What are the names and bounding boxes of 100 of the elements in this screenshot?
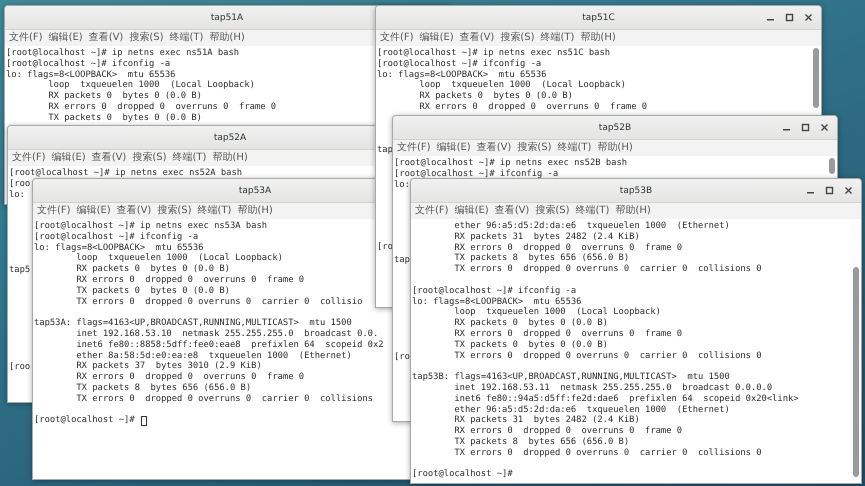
menu-item[interactable]: 帮助(H) [615,205,651,217]
menu-item[interactable]: 文件(F) [380,32,414,44]
maximize-icon[interactable] [801,123,810,132]
terminal-line: TX packets 0 bytes 0 (0.0 B) [75,286,230,297]
terminal-line: RX packets 0 bytes 0 (0.0 B) [75,264,230,275]
menu-item[interactable]: 搜索(S) [129,32,164,44]
terminal-line: [root@localhost ~]# [412,469,513,480]
menu-item[interactable]: 查看(V) [494,205,530,217]
menu-item[interactable]: 帮助(H) [209,32,245,44]
terminal-line: [roo [9,362,30,374]
terminal-line: loop txqueuelen 1000 (Local Loopback) [453,307,661,318]
window-title: tap52B [598,122,632,132]
terminal-line: inet 192.168.53.11 netmask 255.255.255.0 broadcast 0.0.0.0 [453,382,772,394]
terminal-line: [root@localhost ~]# ip netns exec ns53A bash [34,221,268,232]
terminal-line: lo: flags=8<LOOPBACK> mtu 65536 [34,242,204,253]
terminal-line: RX packets 31 bytes 2482 (2.4 KiB) [453,232,640,243]
terminal-line: loop txqueuelen 1000 (Local Loopback) [47,80,255,91]
terminal-line: loop txqueuelen 1000 (Local Loopback) [418,80,626,91]
menu-item[interactable]: 搜索(S) [535,205,570,217]
close-icon[interactable] [820,123,829,132]
terminal-line: RX packets 0 bytes 0 (0.0 B) [418,91,573,102]
menu-item[interactable]: 文件(F) [9,32,43,44]
terminal-line: RX errors 0 dropped 0 overruns 0 frame 0 [453,328,682,340]
menu-item[interactable]: 帮助(H) [597,142,633,154]
menu-item[interactable]: 搜索(S) [500,32,534,44]
menu-item[interactable]: 编辑(E) [76,205,111,217]
terminal-line: [root@localhost ~]# ip netns exec ns51A bash [6,48,240,59]
close-icon[interactable] [844,186,853,195]
window-title: tap53B [620,186,652,196]
terminal-line: tap53B: flags=4163<UP,BROADCAST,RUNNING,MULTICAST> mtu 1500 [412,372,730,383]
close-icon[interactable] [804,13,813,22]
terminal-line: tap [394,255,410,266]
scrollbar[interactable] [853,267,859,477]
terminal-line: lo: [394,180,410,190]
menu-item[interactable]: 终端(T) [558,142,592,154]
menu-item[interactable]: 终端(T) [198,205,232,217]
menu-item[interactable]: 帮助(H) [237,205,273,217]
menu-item[interactable]: 终端(T) [170,32,204,44]
terminal-line: lo: flags=8<LOOPBACK> mtu 65536 [6,70,176,80]
terminal-line: [root@localhost ~]# ifconfig -a [34,232,198,243]
terminal-line: [root@localhost ~]# ifconfig -a [377,58,542,70]
menu-item[interactable]: 搜索(S) [517,142,552,154]
terminal-line: ether 8a:58:5d:e0:ea:e8 txqueuelen 1000 (Ethernet) [75,350,352,361]
menu-item[interactable]: 查看(V) [92,152,126,164]
terminal-line: [root@localhost ~]# ip netns exec ns52A bash [9,168,242,179]
terminal-line: RX packets 0 bytes 0 (0.0 B) [453,318,608,329]
menu-item[interactable]: 编辑(E) [436,142,471,154]
menu-item[interactable]: 查看(V) [460,32,494,44]
terminal-line: ether 96:a5:d5:2d:da:e6 txqueuelen 1000 (Ethernet) [453,404,730,415]
menu-item[interactable]: 文件(F) [415,205,449,217]
menu-item[interactable]: 文件(F) [12,152,46,164]
terminal-line: RX packets 37 bytes 3010 (2.9 KiB) [75,361,262,372]
terminal-line: TX packets 0 bytes 0 (0.0 B) [453,340,608,351]
scrollbar[interactable] [829,158,835,174]
terminal-line: lo: flags=8<LOOPBACK> mtu 65536 [412,296,582,307]
menu-item[interactable]: 搜索(S) [132,152,166,164]
window-title: tap52A [214,132,246,142]
terminal-line: [root@localhost ~]# ip netns exec ns51C bash [377,48,610,59]
menu-item[interactable]: 文件(F) [37,205,71,217]
menu-item[interactable]: 查看(V) [88,32,124,44]
terminal-line: TX packets 0 bytes 0 (0.0 B) [47,112,202,124]
menu-item[interactable]: 查看(V) [116,205,152,217]
terminal-line: RX errors 0 dropped 0 overruns 0 frame 0 [75,274,304,286]
terminal-line: TX errors 0 dropped 0 overruns 0 carrier 0 collisions 0 [453,264,762,275]
maximize-icon[interactable] [825,186,834,195]
menu-item[interactable]: 编辑(E) [420,32,454,44]
terminal-line: TX errors 0 dropped 0 overruns 0 carrier 0 collisions 0 [453,448,762,459]
terminal-line: RX errors 0 dropped 0 overruns 0 frame 0 [418,102,648,113]
menu-item[interactable]: 搜索(S) [157,205,192,217]
terminal-line: TX packets 8 bytes 656 (656.0 B) [453,436,630,448]
terminal-line: TX errors 0 dropped 0 overruns 0 carrier 0 collisio [75,296,362,308]
terminal-line: RX errors 0 dropped 0 overruns 0 frame 0 [47,102,276,113]
terminal-line: TX packets 8 bytes 656 (656.0 B) [75,382,252,394]
menu-item[interactable]: 编辑(E) [454,205,489,217]
scrollbar[interactable] [813,48,819,108]
terminal-line: TX errors 0 dropped 0 overruns 0 carrier 0 collisions 0 [453,350,762,362]
menu-item[interactable]: 查看(V) [476,142,512,154]
menu-item[interactable]: 终端(T) [172,152,206,164]
window-title: tap53A [238,186,272,196]
maximize-icon[interactable] [785,13,794,22]
menu-item[interactable]: 帮助(H) [212,152,248,164]
terminal-line: [root@localhost ~]# ip netns exec ns52B bash [394,158,628,169]
menu-item[interactable]: 终端(T) [576,205,610,217]
terminal-line: RX errors 0 dropped 0 overruns 0 frame 0 [453,242,682,253]
menu-item[interactable]: 编辑(E) [52,152,86,164]
menu-item[interactable]: 编辑(E) [48,32,83,44]
menu-item[interactable]: 帮助(H) [580,32,616,44]
terminal-line: RX packets 0 bytes 0 (0.0 B) [47,91,202,102]
window-title: tap51A [210,12,244,22]
terminal-line: TX packets 8 bytes 656 (656.0 B) [453,253,630,264]
menu-item[interactable]: 文件(F) [397,142,431,154]
terminal-line: [root@localhost ~]# ifconfig -a [6,58,170,70]
terminal-line: lo: flags=8<LOOPBACK> mtu 65536 [377,70,546,80]
terminal-line: [ro [377,242,393,254]
menu-item[interactable]: 终端(T) [540,32,574,44]
terminal-line: loop txqueuelen 1000 (Local Loopback) [75,253,283,264]
terminal-line: ether 96:a5:d5:2d:da:e6 txqueuelen 1000 (Ethernet) [453,221,730,232]
terminal-line: [root@localhost ~]# ifconfig -a [394,168,558,180]
terminal-line: RX errors 0 dropped 0 overruns 0 frame 0 [75,372,304,383]
terminal-line: [root@localhost ~]# ifconfig -a [412,286,576,297]
